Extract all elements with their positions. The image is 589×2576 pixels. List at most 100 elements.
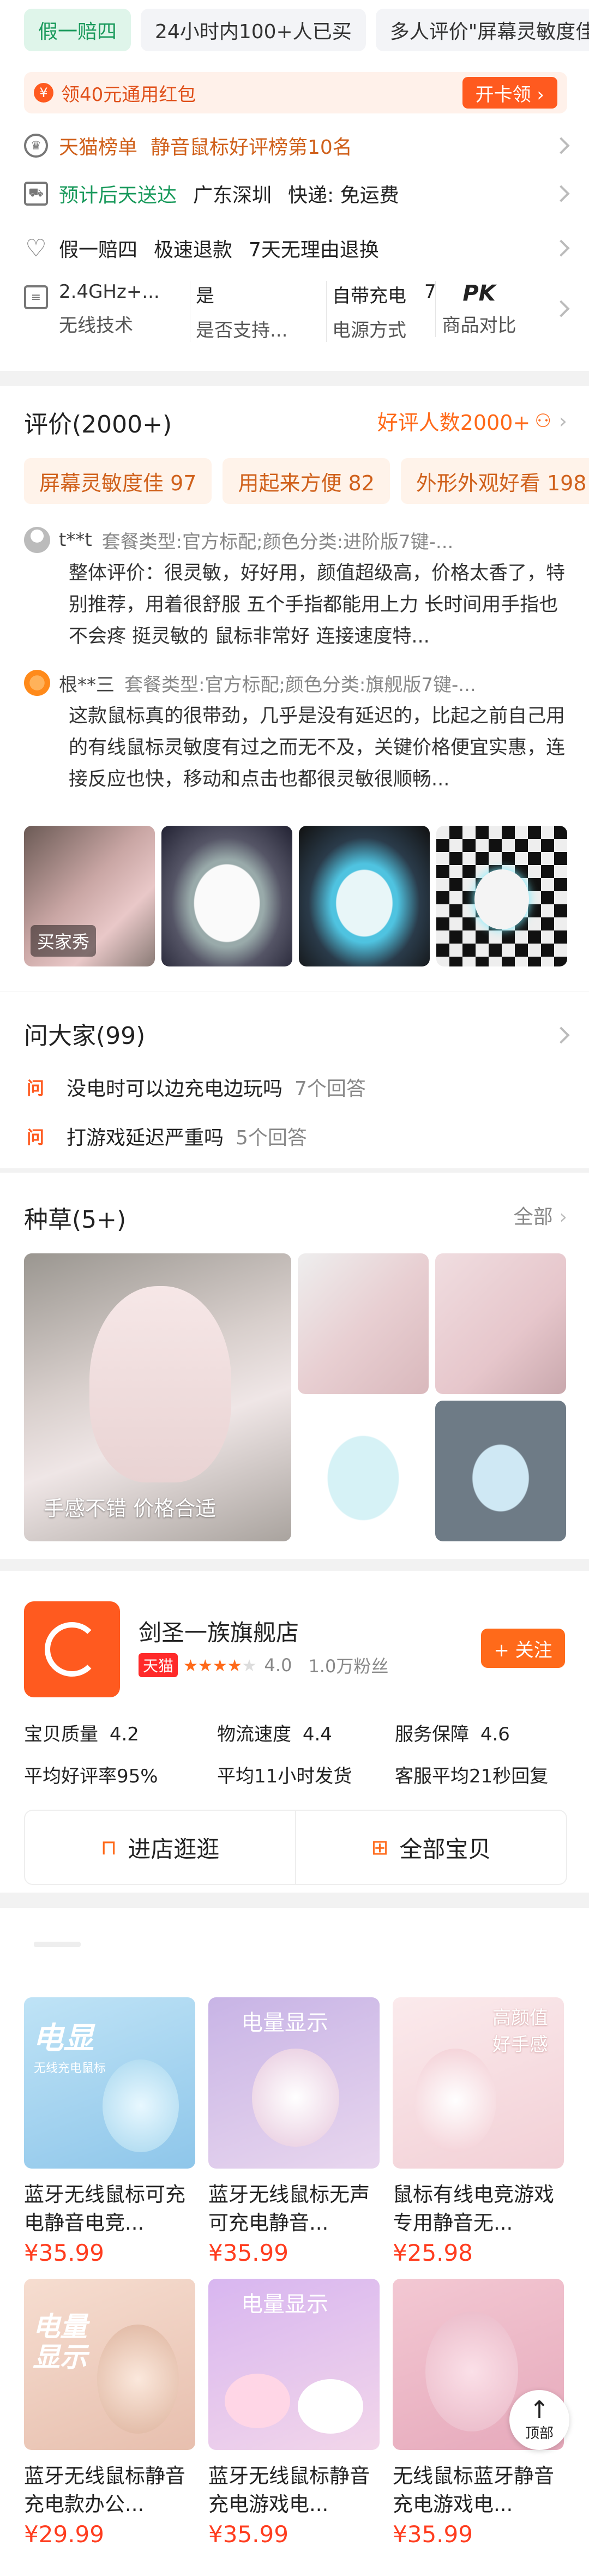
qa-title[interactable]: 问大家(99) <box>24 1016 145 1051</box>
product-image: 电量显示 <box>208 1997 380 2169</box>
shop-fans: 1.0万粉丝 <box>308 1656 389 1677</box>
shipping-eta: 预计后天送达 <box>59 184 177 207</box>
product-card[interactable]: 电量显示 蓝牙无线鼠标静音充电款办公... ¥29.99 <box>24 2279 195 2548</box>
tmall-badge: 天猫 <box>139 1653 178 1677</box>
compare-button[interactable]: PK 商品对比 <box>435 281 522 337</box>
shop-metric: 服务保障 4.6 客服平均21秒回复 <box>395 1724 549 1787</box>
shop-name[interactable]: 剑圣一族旗舰店 <box>139 1614 299 1648</box>
shipping-express: 快递: 免运费 <box>288 184 399 207</box>
shop-logo[interactable] <box>24 1601 120 1697</box>
product-card[interactable]: 高颜值 好手感 鼠标有线电竞游戏专用静音无... ¥25.98 <box>393 1997 564 2266</box>
product-card[interactable]: 电量显示 蓝牙无线鼠标静音充电游戏电... ¥35.99 <box>208 2279 380 2548</box>
shop-metric: 宝贝质量 4.2 平均好评率95% <box>24 1724 158 1787</box>
product-price: ¥35.99 <box>393 2521 473 2548</box>
question-text: 没电时可以边充电边玩吗 <box>67 1078 283 1100</box>
avatar <box>24 527 50 553</box>
review-variant: 套餐类型:官方标配;颜色分类:进阶版7键-... <box>101 531 454 553</box>
seeding-photo[interactable] <box>298 1401 429 1541</box>
answer-count: 7个回答 <box>294 1078 366 1100</box>
guarantee-item: 7天无理由退换 <box>249 239 379 261</box>
product-card[interactable]: 电显 无线充电鼠标 蓝牙无线鼠标可充电静音电竞... ¥35.99 <box>24 1997 195 2266</box>
chevron-right-icon[interactable] <box>552 1026 570 1044</box>
all-items-button[interactable]: ⊞ 全部宝贝 <box>296 1811 566 1884</box>
review-tag[interactable]: 用起来方便 82 <box>223 458 390 504</box>
product-card[interactable]: 电量显示 蓝牙无线鼠标无声可充电静音... ¥35.99 <box>208 1997 380 2266</box>
pk-badge: PK <box>462 281 496 306</box>
chevron-right-icon <box>552 239 570 257</box>
product-price: ¥25.98 <box>393 2239 473 2266</box>
info-card: 假一赔四 24小时内100+人已买 多人评价"屏幕灵敏度佳" ¥ 领40元通用红… <box>0 0 589 371</box>
open-card-button[interactable]: 开卡领 › <box>462 77 557 109</box>
red-packet-icon: ¥ <box>34 83 53 103</box>
guarantee-item: 假一赔四 <box>59 239 138 261</box>
product-image: 电量显示 <box>24 2279 195 2450</box>
chip-guarantee[interactable]: 假一赔四 <box>24 9 131 51</box>
people-icon: ⚇ <box>534 410 551 432</box>
review-user: 根**三 <box>59 674 115 696</box>
enter-shop-button[interactable]: ⊓ 进店逛逛 <box>25 1811 296 1884</box>
shipping-origin: 广东深圳 <box>193 184 272 207</box>
chip-sales[interactable]: 24小时内100+人已买 <box>141 9 366 51</box>
review-user: t**t <box>59 529 92 551</box>
chip-review-highlight[interactable]: 多人评价"屏幕灵敏度佳" <box>375 9 589 51</box>
review-photo[interactable] <box>436 826 567 966</box>
reviews-title[interactable]: 评价(2000+) <box>24 405 172 440</box>
seeding-title[interactable]: 种草(5+) <box>24 1200 126 1235</box>
chevron-right-icon <box>552 300 570 317</box>
review-tag[interactable]: 外形外观好看 198 <box>400 458 589 504</box>
product-title: 蓝牙无线鼠标静音充电款办公... <box>24 2464 185 2516</box>
chevron-right-icon: › <box>559 1206 567 1228</box>
buyer-show-label: 买家秀 <box>31 925 97 957</box>
spec-item: 是 是否支持... <box>190 281 326 342</box>
review-photo[interactable]: 买家秀 <box>24 826 155 966</box>
spec-item: 7 <box>424 281 435 303</box>
shop-metric: 物流速度 4.4 平均11小时发货 <box>217 1724 352 1787</box>
guarantee-row[interactable]: ♡ 假一赔四 极速退款 7天无理由退换 <box>24 224 570 273</box>
follow-button[interactable]: + 关注 <box>481 1629 565 1668</box>
shop-meta: 天猫 ★★★★★ 4.0 1.0万粉丝 <box>139 1653 388 1678</box>
coupon-bar[interactable]: ¥ 领40元通用红包 开卡领 › <box>24 72 567 113</box>
seeding-main-photo[interactable]: 手感不错 价格合适 <box>24 1253 291 1541</box>
shop-card: 剑圣一族旗舰店 天猫 ★★★★★ 4.0 1.0万粉丝 + 关注 宝贝质量 4.… <box>0 1571 589 1893</box>
seeding-caption: 手感不错 价格合适 <box>44 1497 217 1521</box>
qa-item[interactable]: 问 没电时可以边充电边玩吗 7个回答 <box>24 1065 567 1109</box>
avatar <box>24 670 50 696</box>
heart-icon: ♡ <box>25 234 47 262</box>
review-photo[interactable] <box>299 826 430 966</box>
qa-card: 问大家(99) 问 没电时可以边充电边玩吗 7个回答 问 打游戏延迟严重吗 5个… <box>0 992 589 1168</box>
review-header: t**t 套餐类型:官方标配;颜色分类:进阶版7键-... <box>24 524 567 556</box>
recommend-card: 电显 无线充电鼠标 蓝牙无线鼠标可充电静音电竞... ¥35.99 电量显示 蓝… <box>0 1908 589 2576</box>
seeding-all-link[interactable]: 全部 › <box>514 1201 567 1229</box>
good-review-count[interactable]: 好评人数2000+ ⚇ › <box>377 406 567 436</box>
qa-item[interactable]: 问 打游戏延迟严重吗 5个回答 <box>24 1114 567 1158</box>
review-header: 根**三 套餐类型:官方标配;颜色分类:旗舰版7键-... <box>24 666 567 699</box>
product-title: 蓝牙无线鼠标静音充电游戏电... <box>208 2464 370 2516</box>
shipping-row[interactable]: ⛟ 预计后天送达 广东深圳 快递: 免运费 <box>24 169 570 218</box>
review-photo[interactable] <box>161 826 292 966</box>
review-tag-row: 屏幕灵敏度佳 97 用起来方便 82 外形外观好看 198 <box>24 458 589 504</box>
question-badge: 问 <box>24 1125 47 1148</box>
seeding-card: 种草(5+) 全部 › 手感不错 价格合适 <box>0 1173 589 1559</box>
review-tag[interactable]: 屏幕灵敏度佳 97 <box>24 458 212 504</box>
spec-row[interactable]: ≡ 2.4GHz+... 无线技术 是 是否支持... 自带充电 电源方式 7 … <box>24 281 570 346</box>
back-to-top-button[interactable]: ↑ 顶部 <box>509 2390 569 2450</box>
truck-icon: ⛟ <box>24 182 48 206</box>
trophy-icon: ♛ <box>24 134 48 158</box>
product-price: ¥35.99 <box>208 2239 289 2266</box>
seeding-photo[interactable] <box>298 1253 429 1394</box>
ranking-row[interactable]: ♛ 天猫榜单 静音鼠标好评榜第10名 <box>24 121 570 170</box>
rating-stars: ★★★★★ <box>183 1656 257 1676</box>
review-text[interactable]: 这款鼠标真的很带劲，几乎是没有延迟的，比起之前自己用的有线鼠标灵敏度有过之而无不… <box>69 700 567 795</box>
clipboard-icon: ≡ <box>24 285 48 309</box>
product-title: 无线鼠标蓝牙静音充电游戏电... <box>393 2464 554 2516</box>
seeding-photo[interactable] <box>435 1253 566 1394</box>
grid-icon: ⊞ <box>371 1835 389 1859</box>
review-text[interactable]: 整体评价：很灵敏，好好用，颜值超级高，价格太香了，特别推荐，用着很舒服 五个手指… <box>69 557 567 652</box>
product-title: 蓝牙无线鼠标可充电静音电竞... <box>24 2183 185 2235</box>
guarantee-item: 极速退款 <box>154 239 233 261</box>
seeding-photo[interactable] <box>435 1401 566 1541</box>
product-price: ¥29.99 <box>24 2521 104 2548</box>
spec-item: 2.4GHz+... 无线技术 <box>59 281 160 337</box>
bag-icon: ⊓ <box>100 1835 117 1859</box>
product-price: ¥35.99 <box>208 2521 289 2548</box>
